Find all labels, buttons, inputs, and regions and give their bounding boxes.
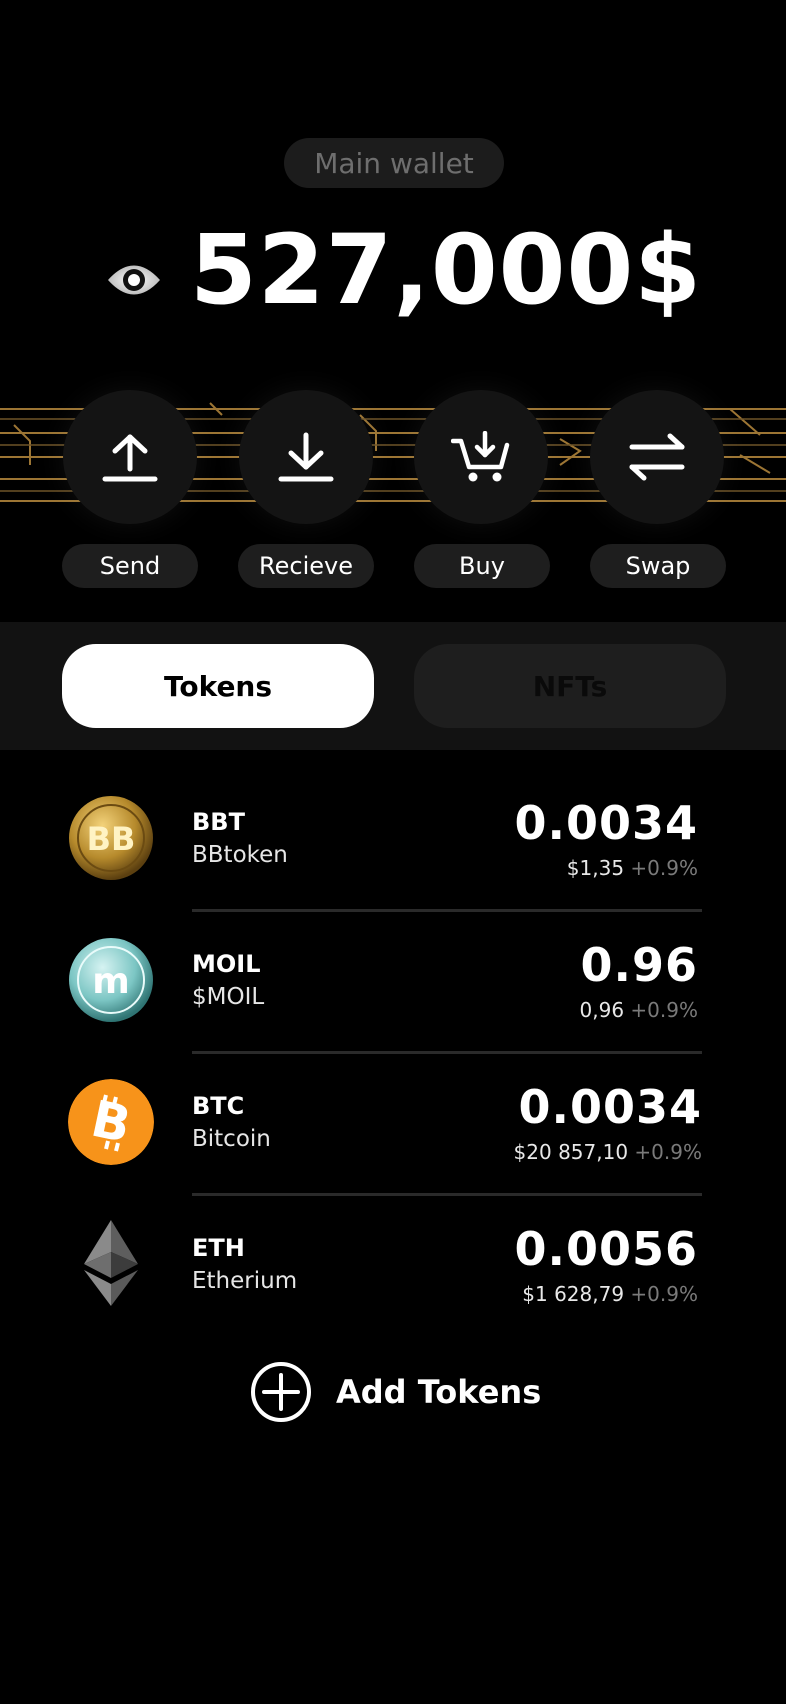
token-fiat-value: $1 628,79 +0.9% bbox=[522, 1282, 698, 1306]
svg-text:BB: BB bbox=[87, 820, 136, 858]
token-fiat: $1,35 bbox=[566, 856, 625, 880]
token-symbol: BBT bbox=[192, 808, 245, 836]
buy-label[interactable]: Buy bbox=[414, 544, 550, 588]
swap-label[interactable]: Swap bbox=[590, 544, 726, 588]
token-fiat: $1 628,79 bbox=[522, 1282, 625, 1306]
divider bbox=[192, 1051, 702, 1054]
eye-icon[interactable] bbox=[106, 255, 162, 305]
divider bbox=[192, 1193, 702, 1196]
token-fiat: 0,96 bbox=[579, 998, 625, 1022]
plus-circle-icon bbox=[251, 1362, 311, 1422]
token-change: +0.9% bbox=[630, 1282, 698, 1306]
upload-arrow-icon bbox=[102, 434, 158, 482]
token-change: +0.9% bbox=[634, 1140, 702, 1164]
swap-arrows-icon bbox=[629, 433, 685, 481]
token-amount: 0.96 bbox=[580, 938, 698, 992]
wallet-selector[interactable]: Main wallet bbox=[284, 138, 504, 188]
list-item[interactable]: ETH Etherium 0.0056 $1 628,79 +0.9% bbox=[0, 1202, 786, 1332]
token-fiat-value: $20 857,10 +0.9% bbox=[514, 1140, 702, 1164]
send-button[interactable] bbox=[63, 390, 197, 524]
add-tokens-label: Add Tokens bbox=[336, 1373, 542, 1411]
token-name: $MOIL bbox=[192, 984, 265, 1010]
add-tokens-button[interactable]: Add Tokens bbox=[250, 1360, 541, 1424]
token-fiat: $20 857,10 bbox=[513, 1140, 629, 1164]
token-fiat-value: $1,35 +0.9% bbox=[567, 856, 698, 880]
token-change: +0.9% bbox=[630, 998, 698, 1022]
token-fiat-value: 0,96 +0.9% bbox=[580, 998, 698, 1022]
token-name: Etherium bbox=[192, 1268, 298, 1294]
list-item[interactable]: BB BBT BBtoken 0.0034 $1,35 +0.9% bbox=[0, 776, 786, 906]
moil-coin-icon: m bbox=[69, 938, 153, 1022]
token-amount: 0.0034 bbox=[518, 1080, 702, 1134]
download-arrow-icon bbox=[278, 432, 334, 482]
token-amount: 0.0034 bbox=[514, 796, 698, 850]
token-name: BBtoken bbox=[192, 842, 288, 868]
receive-button[interactable] bbox=[239, 390, 373, 524]
total-balance: 527,000$ bbox=[190, 214, 703, 326]
list-item[interactable]: B BTC Bitcoin 0.0034 $20 857,10 +0.9% bbox=[0, 1060, 786, 1190]
divider bbox=[192, 909, 702, 912]
token-symbol: MOIL bbox=[192, 950, 261, 978]
list-item[interactable]: m MOIL $MOIL 0.96 0,96 +0.9% bbox=[0, 918, 786, 1048]
cart-icon bbox=[451, 431, 510, 482]
bbtoken-coin-icon: BB bbox=[69, 796, 153, 880]
send-label[interactable]: Send bbox=[62, 544, 198, 588]
token-name: Bitcoin bbox=[192, 1126, 271, 1152]
token-change: +0.9% bbox=[630, 856, 698, 880]
bitcoin-icon: B bbox=[68, 1079, 154, 1165]
ethereum-icon bbox=[84, 1220, 138, 1306]
receive-label[interactable]: Recieve bbox=[238, 544, 374, 588]
tab-nfts[interactable]: NFTs bbox=[414, 644, 726, 728]
buy-button[interactable] bbox=[414, 390, 548, 524]
svg-text:m: m bbox=[92, 961, 130, 1002]
token-amount: 0.0056 bbox=[514, 1222, 698, 1276]
token-symbol: BTC bbox=[192, 1092, 245, 1120]
token-symbol: ETH bbox=[192, 1234, 245, 1262]
swap-button[interactable] bbox=[590, 390, 724, 524]
tab-tokens[interactable]: Tokens bbox=[62, 644, 374, 728]
